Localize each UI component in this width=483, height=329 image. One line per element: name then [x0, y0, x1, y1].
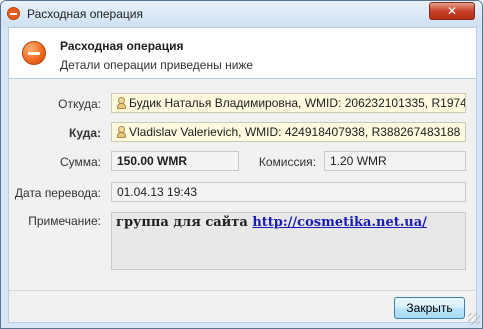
dialog-header: Расходная операция Детали операции приве… [8, 27, 477, 79]
date-field[interactable]: 01.04.13 19:43 [111, 182, 466, 202]
from-field[interactable]: Будик Наталья Владимировна, WMID: 206232… [111, 93, 466, 113]
person-icon [117, 126, 126, 138]
date-label: Дата перевода: [14, 186, 101, 200]
resize-grip[interactable] [468, 313, 480, 325]
amount-field[interactable]: 150.00 WMR [111, 151, 239, 171]
fee-field[interactable]: 1.20 WMR [324, 151, 466, 171]
to-field[interactable]: Vladislav Valerievich, WMID: 42491840793… [111, 122, 466, 142]
close-button[interactable]: Закрыть [394, 297, 465, 319]
amount-label: Сумма: [59, 155, 101, 169]
to-value: Vladislav Valerievich, WMID: 42491840793… [129, 125, 461, 139]
person-icon [117, 97, 126, 109]
to-label: Куда: [69, 126, 101, 140]
title-bar[interactable]: Расходная операция ✕ [1, 1, 482, 27]
note-label: Примечание: [28, 214, 101, 228]
note-link[interactable]: http://cosmetika.net.ua/ [252, 215, 427, 230]
note-field[interactable]: группа для сайта http://cosmetika.net.ua… [111, 212, 466, 270]
fee-label: Комиссия: [258, 155, 316, 169]
from-value: Будик Наталья Владимировна, WMID: 206232… [129, 96, 466, 110]
window-title: Расходная операция [27, 7, 143, 21]
minus-circle-icon [22, 41, 46, 65]
header-title: Расходная операция [60, 39, 184, 53]
note-text: группа для сайта [116, 215, 253, 230]
window-close-button[interactable]: ✕ [429, 2, 475, 20]
dialog-window: Расходная операция ✕ Расходная операция … [0, 0, 483, 329]
minus-circle-icon [7, 7, 20, 20]
header-subtitle: Детали операции приведены ниже [60, 58, 254, 72]
from-label: Откуда: [58, 97, 101, 111]
